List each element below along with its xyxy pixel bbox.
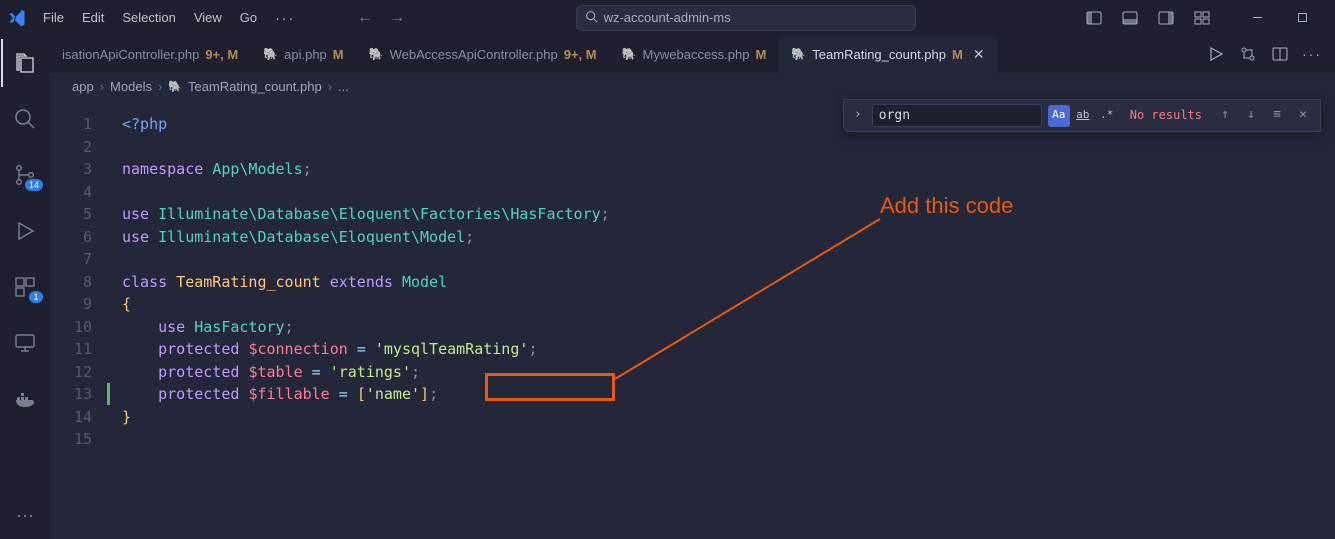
find-next-icon[interactable]: ↓ — [1240, 105, 1262, 127]
tab-isation-api-controller[interactable]: isationApiController.php 9+, M — [50, 35, 251, 73]
toggle-primary-sidebar-icon[interactable] — [1083, 7, 1105, 29]
tab-suffix: 9+, M — [564, 47, 597, 62]
nav-forward[interactable]: → — [386, 7, 408, 29]
chevron-right-icon: › — [328, 79, 332, 94]
search-activity[interactable] — [1, 95, 49, 143]
toggle-secondary-sidebar-icon[interactable] — [1155, 7, 1177, 29]
menu-file[interactable]: File — [34, 6, 73, 29]
find-expand-chevron[interactable]: › — [850, 104, 866, 127]
breadcrumb-part[interactable]: Models — [110, 79, 152, 94]
tab-suffix: M — [333, 47, 344, 62]
editor-tabs: isationApiController.php 9+, M 🐘 api.php… — [50, 35, 1335, 73]
extensions-activity[interactable]: 1 — [1, 263, 49, 311]
title-bar: File Edit Selection View Go ··· ← → wz-a… — [0, 0, 1335, 35]
annotation-label: Add this code — [880, 195, 1013, 218]
find-match-word[interactable]: ab — [1072, 105, 1094, 127]
breadcrumb-part[interactable]: TeamRating_count.php — [188, 79, 322, 94]
close-icon[interactable]: ✕ — [969, 46, 985, 63]
find-selection-icon[interactable]: ≡ — [1266, 105, 1288, 127]
tab-label: api.php — [284, 47, 327, 62]
tab-label: WebAccessApiController.php — [390, 47, 558, 62]
remote-explorer-activity[interactable] — [1, 319, 49, 367]
explorer-activity[interactable] — [1, 39, 49, 87]
tab-label: TeamRating_count.php — [812, 47, 946, 62]
php-icon: 🐘 — [168, 80, 182, 93]
activity-overflow[interactable]: ··· — [1, 491, 49, 539]
source-control-activity[interactable]: 14 — [1, 151, 49, 199]
php-icon: 🐘 — [791, 47, 806, 61]
find-widget: › Aa ab .* No results ↑ ↓ ≡ ✕ — [843, 99, 1321, 132]
breadcrumb-part[interactable]: app — [72, 79, 94, 94]
menu-bar: File Edit Selection View Go ··· — [34, 6, 304, 30]
chevron-right-icon: › — [100, 79, 104, 94]
window-minimize[interactable] — [1235, 3, 1280, 33]
nav-back[interactable]: ← — [354, 7, 376, 29]
find-input[interactable] — [872, 104, 1042, 127]
vscode-logo — [6, 7, 28, 29]
scm-badge: 14 — [25, 179, 43, 191]
code-area[interactable]: <?php namespace App\Models; use Illumina… — [110, 99, 1321, 539]
editor[interactable]: 1234 5678 9101112 131415 <?php namespace… — [50, 99, 1335, 539]
tab-api-php[interactable]: 🐘 api.php M — [251, 35, 356, 73]
tab-suffix: M — [756, 47, 767, 62]
tab-mywebaccess[interactable]: 🐘 Mywebaccess.php M — [610, 35, 780, 73]
chevron-right-icon: › — [158, 79, 162, 94]
breadcrumb-part[interactable]: ... — [338, 79, 349, 94]
scrollbar[interactable] — [1321, 99, 1335, 539]
tab-label: Mywebaccess.php — [643, 47, 750, 62]
search-icon — [585, 10, 598, 26]
tab-label: isationApiController.php — [62, 47, 199, 62]
ext-badge: 1 — [29, 291, 43, 303]
docker-activity[interactable] — [1, 375, 49, 423]
command-center-search[interactable]: wz-account-admin-ms — [576, 5, 916, 31]
tab-teamrating-count[interactable]: 🐘 TeamRating_count.php M ✕ — [779, 35, 997, 73]
tab-more-icon[interactable]: ··· — [1301, 43, 1323, 65]
menu-more[interactable]: ··· — [266, 6, 304, 30]
find-regex[interactable]: .* — [1096, 105, 1118, 127]
compare-changes-icon[interactable] — [1237, 43, 1259, 65]
tab-suffix: 9+, M — [205, 47, 238, 62]
php-icon: 🐘 — [369, 47, 384, 61]
find-results: No results — [1124, 104, 1208, 127]
find-close-icon[interactable]: ✕ — [1292, 105, 1314, 127]
toggle-panel-icon[interactable] — [1119, 7, 1141, 29]
line-gutter: 1234 5678 9101112 131415 — [50, 99, 110, 539]
menu-edit[interactable]: Edit — [73, 6, 113, 29]
customize-layout-icon[interactable] — [1191, 7, 1213, 29]
menu-selection[interactable]: Selection — [113, 6, 184, 29]
tab-suffix: M — [952, 47, 963, 62]
run-debug-activity[interactable] — [1, 207, 49, 255]
php-icon: 🐘 — [622, 47, 637, 61]
window-maximize[interactable] — [1280, 3, 1325, 33]
tab-webaccess-api[interactable]: 🐘 WebAccessApiController.php 9+, M — [357, 35, 610, 73]
breadcrumb[interactable]: app › Models › 🐘 TeamRating_count.php › … — [50, 73, 1335, 99]
menu-view[interactable]: View — [185, 6, 231, 29]
activity-bar: 14 1 ··· — [0, 35, 50, 539]
php-icon: 🐘 — [263, 47, 278, 61]
find-prev-icon[interactable]: ↑ — [1214, 105, 1236, 127]
find-match-case[interactable]: Aa — [1048, 105, 1070, 127]
menu-go[interactable]: Go — [231, 6, 266, 29]
annotation-highlight-box — [485, 373, 615, 401]
run-file-icon[interactable] — [1205, 43, 1227, 65]
command-center-label: wz-account-admin-ms — [604, 10, 731, 25]
split-editor-icon[interactable] — [1269, 43, 1291, 65]
